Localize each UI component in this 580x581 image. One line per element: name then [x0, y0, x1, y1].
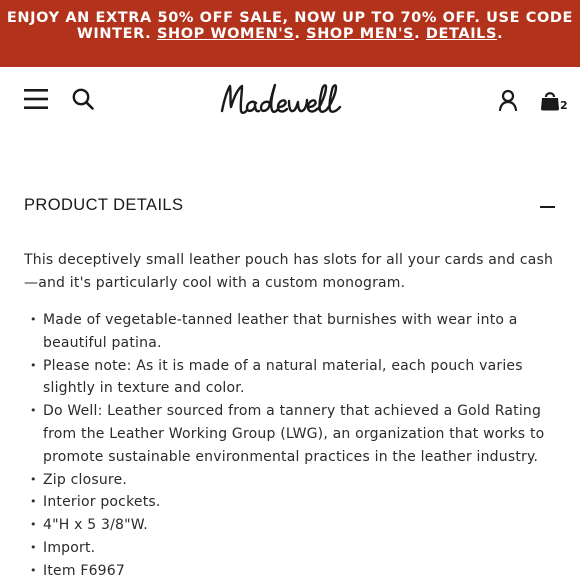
list-item: Please note: As it is made of a natural …	[24, 355, 564, 401]
shop-womens-link[interactable]: SHOP WOMEN'S	[157, 26, 294, 42]
promo-line-1: ENJOY AN EXTRA 50% OFF SALE, NOW UP TO 7…	[6, 10, 574, 26]
product-description: This deceptively small leather pouch has…	[24, 252, 554, 291]
promo-code-text: WINTER.	[76, 26, 152, 42]
details-link[interactable]: DETAILS	[426, 26, 497, 42]
product-details-list: Made of vegetable-tanned leather that bu…	[24, 309, 564, 581]
account-icon[interactable]	[498, 89, 518, 111]
shop-mens-link[interactable]: SHOP MEN'S	[306, 26, 414, 42]
site-header: 2	[0, 67, 580, 133]
promo-separator: .	[294, 26, 301, 42]
promo-separator: .	[414, 26, 421, 42]
list-item: Interior pockets.	[24, 491, 564, 514]
promo-separator: .	[497, 26, 504, 42]
list-item: Do Well: Leather sourced from a tannery …	[24, 400, 564, 468]
menu-icon[interactable]	[24, 88, 48, 110]
list-item: Import.	[24, 537, 564, 560]
bag-icon[interactable]	[540, 89, 560, 111]
list-item: Item F6967	[24, 560, 564, 581]
search-icon[interactable]	[71, 87, 95, 111]
promo-banner: ENJOY AN EXTRA 50% OFF SALE, NOW UP TO 7…	[0, 0, 580, 67]
list-item: Zip closure.	[24, 469, 564, 492]
collapse-icon[interactable]	[538, 196, 558, 218]
bag-count-badge: 2	[560, 99, 568, 112]
promo-line-2: WINTER. SHOP WOMEN'S. SHOP MEN'S. DETAIL…	[0, 26, 580, 42]
list-item: Made of vegetable-tanned leather that bu…	[24, 309, 564, 355]
list-item: 4"H x 5 3/8"W.	[24, 514, 564, 537]
madewell-logo[interactable]	[218, 81, 363, 121]
product-details-header[interactable]: PRODUCT DETAILS	[24, 196, 558, 220]
product-details-title: PRODUCT DETAILS	[24, 196, 184, 214]
